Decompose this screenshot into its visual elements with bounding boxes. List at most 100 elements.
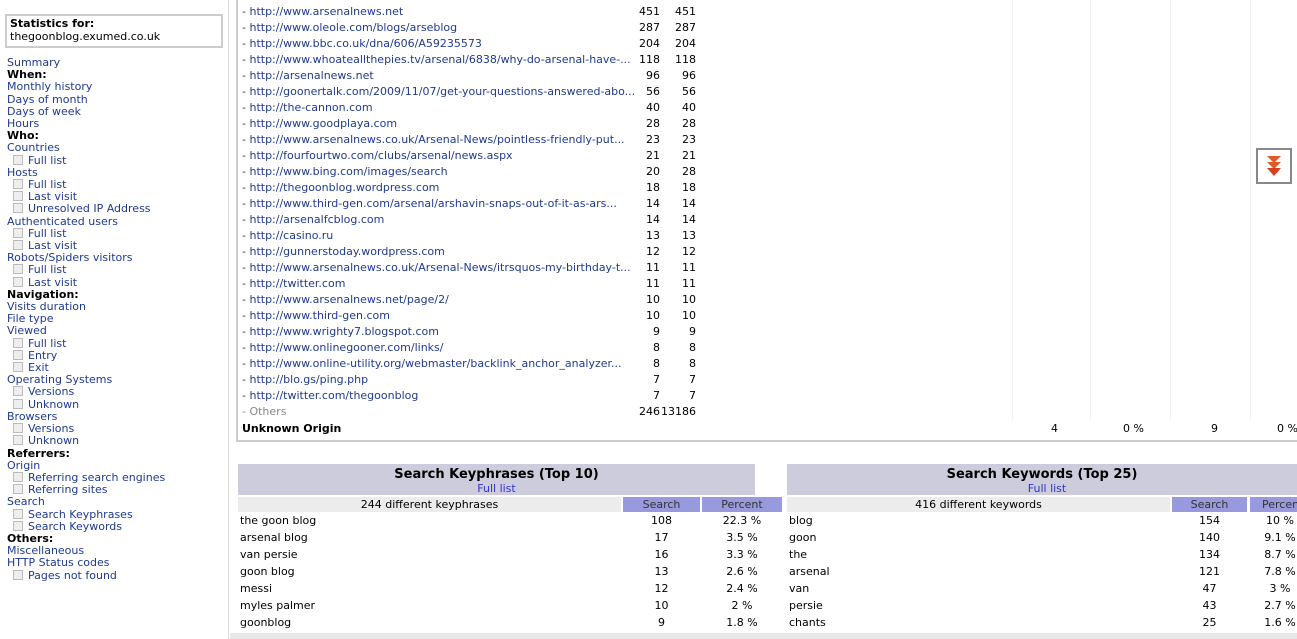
nav-link[interactable]: Monthly history	[7, 81, 165, 93]
referrer-hits: 9	[689, 325, 696, 338]
referrer-link[interactable]: - http://www.bbc.co.uk/dna/606/A59235573	[242, 36, 636, 52]
referrer-row: - http://www.oleole.com/blogs/arseblog 28…	[242, 20, 696, 36]
unknown-origin-label: Unknown Origin	[242, 422, 342, 435]
referrer-row: - http://thegoonblog.wordpress.com 18 18	[242, 180, 696, 196]
keywords-row: the 134 8.7 %	[787, 546, 1297, 563]
referrer-link[interactable]: - http://www.arsenalnews.co.uk/Arsenal-N…	[242, 132, 636, 148]
keywords-term: goon	[789, 531, 817, 544]
popup-window-icon	[13, 276, 23, 287]
referrer-link[interactable]: - http://www.goodplaya.com	[242, 116, 636, 132]
referrer-link[interactable]: - http://thegoonblog.wordpress.com	[242, 180, 636, 196]
keywords-percent: 10 %	[1266, 514, 1294, 527]
nav-sublink-label: Last visit	[28, 275, 78, 289]
nav-sublink[interactable]: Pages not found	[7, 569, 165, 582]
referrer-hits: 7	[689, 373, 696, 386]
keywords-row: goon 140 9.1 %	[787, 529, 1297, 546]
keyphrases-search-count: 108	[651, 514, 672, 527]
nav-sublink-label: Full list	[28, 178, 67, 192]
referrer-pages: 204	[639, 37, 660, 50]
keywords-percent: 2.7 %	[1264, 599, 1296, 612]
keyphrases-row: the goon blog 108 22.3 %	[238, 512, 782, 529]
popup-window-icon	[13, 423, 23, 434]
keyphrases-percent: 22.3 %	[722, 514, 762, 527]
keyphrases-header: Search Keyphrases (Top 10) Full list	[238, 464, 755, 495]
horizontal-scrollbar[interactable]	[230, 633, 1297, 639]
referrer-link[interactable]: - http://blo.gs/ping.php	[242, 372, 636, 388]
referrer-row: - http://casino.ru 13 13	[242, 228, 696, 244]
download-button[interactable]	[1256, 148, 1292, 184]
keywords-term: blog	[789, 514, 813, 527]
referrer-row: - http://twitter.com 11 11	[242, 276, 696, 292]
others-row: - Others 246 13186	[242, 404, 696, 420]
referrer-pages: 11	[646, 277, 660, 290]
referrer-hits: 28	[682, 165, 696, 178]
referrer-row: - http://www.third-gen.com/arsenal/arsha…	[242, 196, 696, 212]
keyphrases-search-count: 12	[654, 582, 669, 595]
referrer-link[interactable]: - http://www.oleole.com/blogs/arseblog	[242, 20, 636, 36]
nav-sublink-label: Referring sites	[28, 483, 108, 497]
referrer-link[interactable]: - http://www.bing.com/images/search	[242, 164, 636, 180]
unknown-origin-pages: 4	[1051, 422, 1058, 435]
nav-sublink[interactable]: Unresolved IP Address	[7, 203, 165, 215]
referrer-link[interactable]: - http://www.arsenalnews.net/page/2/	[242, 292, 636, 308]
keywords-col-percent: Percent	[1250, 497, 1297, 512]
referrer-link[interactable]: - http://twitter.com	[242, 276, 636, 292]
referrer-pages: 23	[646, 133, 660, 146]
others-pages: 246	[639, 405, 660, 418]
referrer-link[interactable]: - http://www.online-utility.org/webmaste…	[242, 356, 636, 372]
popup-window-icon	[13, 508, 23, 519]
keywords-search-count: 140	[1199, 531, 1220, 544]
referrer-row: - http://arsenalnews.net 96 96	[242, 68, 696, 84]
referrer-pages: 14	[646, 197, 660, 210]
referrer-link[interactable]: - http://www.whoateallthepies.tv/arsenal…	[242, 52, 636, 68]
referrer-link[interactable]: - http://www.third-gen.com/arsenal/arsha…	[242, 196, 636, 212]
referrer-link[interactable]: - http://arsenalnews.net	[242, 68, 636, 84]
referrer-link[interactable]: - http://www.onlinegooner.com/links/	[242, 340, 636, 356]
referrer-hits: 12	[682, 245, 696, 258]
keywords-full-list-link[interactable]: Full list	[787, 482, 1297, 495]
referrer-link[interactable]: - http://www.wrighty7.blogspot.com	[242, 324, 636, 340]
nav-link[interactable]: Days of month	[7, 93, 165, 106]
keywords-search-count: 47	[1202, 582, 1217, 595]
keywords-percent: 3 %	[1269, 582, 1291, 595]
referrer-link[interactable]: - http://gunnerstoday.wordpress.com	[242, 244, 636, 260]
keyphrases-full-list-link[interactable]: Full list	[238, 482, 755, 495]
referrer-link[interactable]: - http://casino.ru	[242, 228, 636, 244]
keyphrases-percent: 3.3 %	[726, 548, 758, 561]
referrer-link[interactable]: - http://twitter.com/thegoonblog	[242, 388, 636, 404]
keywords-search-count: 134	[1199, 548, 1220, 561]
referrer-link[interactable]: - http://arsenalfcblog.com	[242, 212, 636, 228]
nav-sublink-label: Last visit	[28, 239, 78, 253]
popup-window-icon	[13, 240, 23, 251]
keyphrases-row: van persie 16 3.3 %	[238, 546, 782, 563]
referrer-link[interactable]: - http://fourfourtwo.com/clubs/arsenal/n…	[242, 148, 636, 164]
referrer-row: - http://www.arsenalnews.co.uk/Arsenal-N…	[242, 260, 696, 276]
popup-window-icon	[13, 154, 23, 165]
nav-sublink[interactable]: Full list	[7, 154, 165, 167]
referrer-link[interactable]: - http://www.arsenalnews.co.uk/Arsenal-N…	[242, 260, 636, 276]
referrer-hits: 28	[682, 117, 696, 130]
referrer-link[interactable]: - http://goonertalk.com/2009/11/07/get-y…	[242, 84, 636, 100]
popup-window-icon	[13, 349, 23, 360]
referrer-pages: 7	[653, 389, 660, 402]
nav-sublink-label: Search Keyphrases	[28, 507, 133, 521]
referrer-link[interactable]: - http://www.third-gen.com	[242, 308, 636, 324]
nav-sublink[interactable]: Unknown	[7, 435, 165, 447]
keyphrases-row: arsenal blog 17 3.5 %	[238, 529, 782, 546]
keywords-percent: 7.8 %	[1264, 565, 1296, 578]
keywords-term: persie	[789, 599, 823, 612]
referrer-row: - http://arsenalfcblog.com 14 14	[242, 212, 696, 228]
referrer-hits: 96	[682, 69, 696, 82]
popup-window-icon	[13, 227, 23, 238]
referrer-hits: 11	[682, 261, 696, 274]
referrer-pages: 10	[646, 309, 660, 322]
keyphrases-term: arsenal blog	[240, 531, 308, 544]
referrer-link[interactable]: - http://the-cannon.com	[242, 100, 636, 116]
referrer-link[interactable]: - http://www.arsenalnews.net	[242, 4, 636, 20]
referrer-row: - http://www.arsenalnews.co.uk/Arsenal-N…	[242, 132, 696, 148]
referrer-row: - http://www.third-gen.com 10 10	[242, 308, 696, 324]
keywords-count: 416 different keywords	[787, 497, 1170, 512]
referrer-row: - http://goonertalk.com/2009/11/07/get-y…	[242, 84, 696, 100]
referrer-hits: 11	[682, 277, 696, 290]
keywords-percent: 8.7 %	[1264, 548, 1296, 561]
